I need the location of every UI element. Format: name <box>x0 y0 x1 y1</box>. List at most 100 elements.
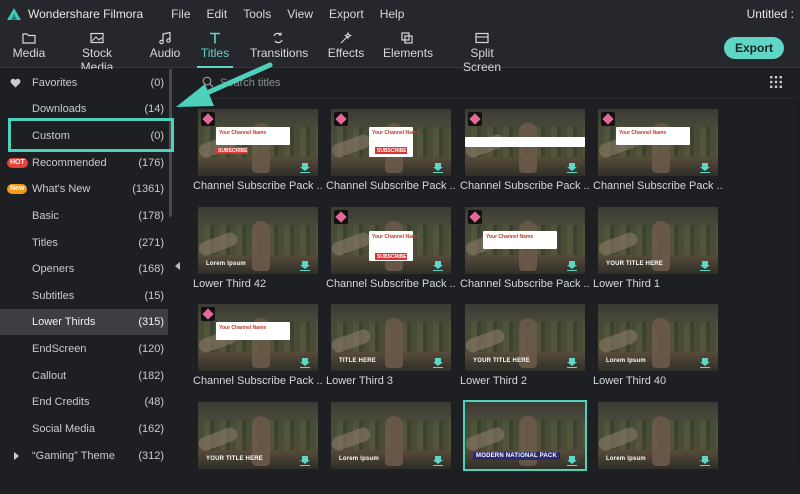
title-thumbnail[interactable]: Your Channel Name SUBSCRIBE <box>331 207 451 274</box>
title-card[interactable]: Your Channel Name SUBSCRIBE Channel Subscr… <box>193 109 323 201</box>
lower-third-overlay <box>465 137 585 147</box>
title-thumbnail[interactable]: Lorem Ipsum <box>598 402 718 469</box>
title-thumbnail[interactable]: Lorem Ipsum <box>598 304 718 371</box>
title-thumbnail[interactable] <box>465 109 585 176</box>
title-card[interactable]: Your Channel Name Channel Subscribe Pack … <box>593 109 723 201</box>
title-card[interactable]: MODERN NATIONAL PACK <box>460 400 587 494</box>
sidebar-item-count: (15) <box>144 290 164 302</box>
menu-tools[interactable]: Tools <box>243 7 271 21</box>
menu-edit[interactable]: Edit <box>207 7 228 21</box>
sidebar-item-subtitles[interactable]: Subtitles (15) <box>0 283 168 309</box>
title-thumbnail[interactable]: TITLE HERE <box>331 304 451 371</box>
title-card[interactable]: Lorem Ipsum Lower Third 42 <box>193 207 318 299</box>
transitions-icon <box>273 32 283 44</box>
overlay-text: Your Channel Name <box>372 130 420 136</box>
title-thumbnail[interactable]: Your Channel Name SUBSCRIBE <box>198 109 318 176</box>
sidebar-item-label: Downloads <box>32 103 87 115</box>
tab-media[interactable]: Media <box>10 28 48 68</box>
sidebar-item-lower-thirds[interactable]: Lower Thirds (315) <box>0 309 168 335</box>
sidebar-item-end-credits[interactable]: End Credits (48) <box>0 389 168 415</box>
grid-scrollbar[interactable] <box>796 100 800 465</box>
sidebar-item-label: End Credits <box>32 396 90 408</box>
elements-icon <box>401 32 413 44</box>
tab-split-screen[interactable]: Split Screen <box>452 28 512 74</box>
title-thumbnail[interactable]: YOUR TITLE HERE <box>465 304 585 371</box>
title-card[interactable]: YOUR TITLE HERE Lower Third 2 <box>460 304 585 396</box>
title-thumbnail[interactable]: YOUR TITLE HERE <box>198 402 318 469</box>
search-input[interactable] <box>220 74 520 92</box>
title-thumbnail[interactable]: Your Channel Name <box>198 304 318 371</box>
download-icon[interactable] <box>567 261 577 271</box>
tab-transitions[interactable]: Transitions <box>250 28 308 68</box>
download-icon[interactable] <box>300 358 310 368</box>
sidebar-item-openers[interactable]: Openers (168) <box>0 256 168 282</box>
title-card[interactable]: Your Channel Name SUBSCRIBE Channel Subscr… <box>326 109 456 201</box>
sidebar-item-count: (315) <box>138 316 164 328</box>
sidebar-item-favorites[interactable]: Favorites (0) <box>0 70 168 96</box>
subscribe-button-graphic: SUBSCRIBE <box>216 147 248 154</box>
title-thumbnail[interactable]: Your Channel Name <box>465 207 585 274</box>
title-card[interactable]: Your Channel Name Channel Subscribe Pack … <box>193 304 323 396</box>
title-card[interactable]: Lorem Ipsum Lower Third 40 <box>593 304 718 396</box>
sidebar-item-gaming-theme[interactable]: “Gaming” Theme (312) <box>0 443 168 469</box>
title-thumbnail[interactable]: Lorem Ipsum <box>198 207 318 274</box>
tab-stock-media[interactable]: Stock Media <box>66 28 128 74</box>
collapse-sidebar-arrow-icon[interactable] <box>175 262 180 270</box>
download-icon[interactable] <box>433 163 443 173</box>
title-card[interactable]: Lorem Ipsum <box>326 402 451 494</box>
menu-view[interactable]: View <box>287 7 313 21</box>
download-icon[interactable] <box>567 358 577 368</box>
title-card[interactable]: TITLE HERE Lower Third 3 <box>326 304 451 396</box>
title-card-name: Channel Subscribe Pack ... <box>460 180 590 192</box>
title-card[interactable]: Your Channel Name Channel Subscribe Pack … <box>460 207 590 299</box>
sidebar-item-social-media[interactable]: Social Media (162) <box>0 416 168 442</box>
title-thumbnail[interactable]: Your Channel Name SUBSCRIBE <box>331 109 451 176</box>
lower-third-overlay: Your Channel Name <box>616 127 690 145</box>
download-icon[interactable] <box>567 163 577 173</box>
download-icon[interactable] <box>700 261 710 271</box>
title-card[interactable]: YOUR TITLE HERE <box>193 402 318 494</box>
tab-effects[interactable]: Effects <box>326 28 366 68</box>
menu-file[interactable]: File <box>171 7 190 21</box>
title-card-name: Channel Subscribe Pack ... <box>460 278 590 290</box>
menu-export[interactable]: Export <box>329 7 364 21</box>
sidebar-item-endscreen[interactable]: EndScreen (120) <box>0 336 168 362</box>
hot-badge: HOT <box>7 158 28 168</box>
sidebar-item-basic[interactable]: Basic (178) <box>0 203 168 229</box>
tab-audio[interactable]: Audio <box>146 28 184 68</box>
download-icon[interactable] <box>433 261 443 271</box>
subscribe-button-graphic: SUBSCRIBE <box>375 147 407 154</box>
sidebar-item-count: (14) <box>144 103 164 115</box>
sidebar-item-titles[interactable]: Titles (271) <box>0 230 168 256</box>
title-thumbnail[interactable]: Lorem Ipsum <box>331 402 451 469</box>
lower-third-overlay: Your Channel Name <box>483 231 557 249</box>
download-icon[interactable] <box>300 261 310 271</box>
menu-help[interactable]: Help <box>380 7 405 21</box>
download-icon[interactable] <box>433 358 443 368</box>
title-thumbnail[interactable]: MODERN NATIONAL PACK <box>463 400 587 471</box>
title-card[interactable]: Your Channel Name SUBSCRIBE Channel Subscr… <box>326 207 456 299</box>
title-thumbnail[interactable]: Your Channel Name <box>598 109 718 176</box>
sidebar-item-recommended[interactable]: HOT Recommended (176) <box>0 150 168 176</box>
download-icon[interactable] <box>300 163 310 173</box>
download-icon[interactable] <box>700 358 710 368</box>
title-card[interactable]: Lorem Ipsum <box>593 402 718 494</box>
export-button[interactable]: Export <box>724 37 784 59</box>
overlay-text: Lorem Ipsum <box>206 261 246 267</box>
titles-icon <box>210 32 220 44</box>
title-card[interactable]: YOUR TITLE HERE Lower Third 1 <box>593 207 718 299</box>
menu-bar: Wondershare Filmora File Edit Tools View… <box>0 0 800 28</box>
sidebar-item-whats-new[interactable]: New What's New (1361) <box>0 176 168 202</box>
subscribe-button-graphic: SUBSCRIBE <box>375 253 407 260</box>
download-icon[interactable] <box>700 163 710 173</box>
title-card[interactable]: Channel Subscribe Pack ... <box>460 109 590 201</box>
premium-gem-icon <box>468 112 482 126</box>
tab-titles[interactable]: Titles <box>197 28 233 68</box>
grid-view-icon[interactable] <box>770 76 782 88</box>
tab-elements[interactable]: Elements <box>383 28 433 68</box>
sidebar-item-callout[interactable]: Callout (182) <box>0 363 168 389</box>
title-card-name: Lower Third 40 <box>593 375 667 387</box>
lower-third-overlay: Your Channel Name <box>216 322 290 340</box>
title-thumbnail[interactable]: YOUR TITLE HERE <box>598 207 718 274</box>
expand-arrow-icon[interactable] <box>14 452 19 460</box>
